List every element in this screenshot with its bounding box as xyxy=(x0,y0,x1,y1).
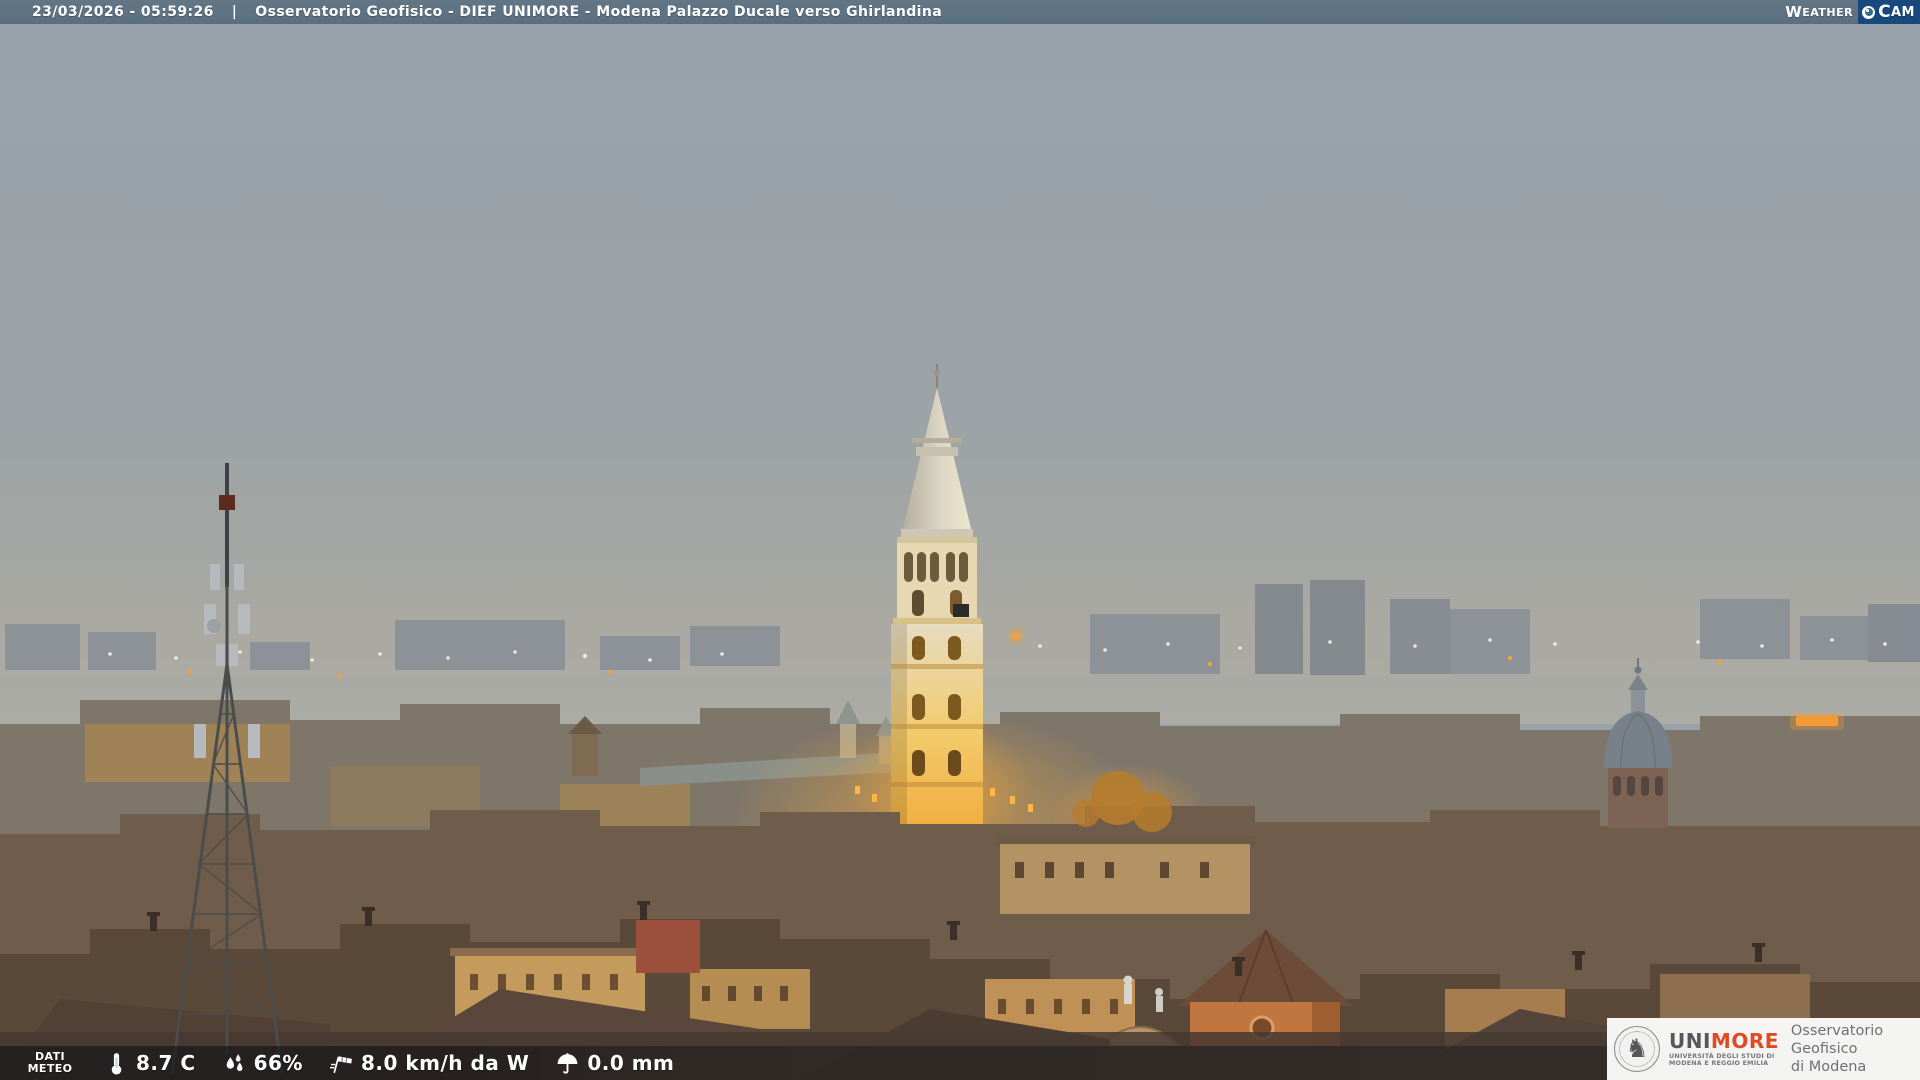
webcam-page: 23/03/2026 - 05:59:26 | Osservatorio Geo… xyxy=(0,0,1920,1080)
weathercam-eather: EATHER xyxy=(1802,5,1854,19)
precipitation-reading: 0.0 mm xyxy=(555,1051,674,1076)
unimore-seal-icon: ♞ xyxy=(1614,1026,1660,1072)
webcam-photo xyxy=(0,24,1920,1080)
weathercam-am: AM xyxy=(1891,4,1915,20)
university-line2: MODENA E REGGIO EMILIA xyxy=(1669,1059,1769,1067)
near-facades xyxy=(995,836,1255,914)
modena-cityscape xyxy=(0,24,1920,1080)
camera-title: Osservatorio Geofisico - DIEF UNIMORE - … xyxy=(255,4,943,20)
observatory-name: Osservatorio Geofisico di Modena xyxy=(1791,1022,1920,1076)
weathercam-badge: C AM xyxy=(1858,0,1920,24)
camera-lens-icon xyxy=(1862,5,1876,19)
observatory-line2: di Modena xyxy=(1790,1059,1867,1075)
thermometer-icon xyxy=(111,1052,122,1075)
weathercam-logo: W EATHER C AM xyxy=(1785,0,1920,24)
observatory-line1: Osservatorio Geofisico xyxy=(1790,1023,1884,1057)
weathercam-w: W xyxy=(1785,3,1803,21)
brand-more: MORE xyxy=(1710,1028,1779,1053)
weathercam-word-weather: W EATHER xyxy=(1785,0,1858,24)
header-bar: 23/03/2026 - 05:59:26 | Osservatorio Geo… xyxy=(0,0,1920,24)
humidity-reading: 66% xyxy=(222,1051,303,1076)
humidity-value: 66% xyxy=(253,1051,303,1075)
wind-reading: 8.0 km/h da W xyxy=(329,1051,529,1076)
unimore-logo-box: ♞ UNIMORE UNIVERSITÀ DEGLI STUDI DI MODE… xyxy=(1607,1018,1920,1080)
precipitation-value: 0.0 mm xyxy=(587,1051,675,1075)
windsock-icon xyxy=(329,1055,352,1073)
knight-glyph: ♞ xyxy=(1625,1034,1649,1064)
weathercam-word-cam: C AM xyxy=(1878,2,1915,22)
humidity-drops-icon xyxy=(226,1053,242,1071)
dati-meteo-label: DATI METEO xyxy=(22,1051,78,1075)
weathercam-c: C xyxy=(1878,2,1891,22)
temperature-reading: 8.7 C xyxy=(104,1051,196,1076)
dati-label-line2: METEO xyxy=(27,1062,73,1075)
umbrella-icon xyxy=(557,1052,578,1074)
unimore-wordmark: UNIMORE UNIVERSITÀ DEGLI STUDI DI MODENA… xyxy=(1669,1031,1779,1068)
brand-uni: UNI xyxy=(1669,1028,1711,1053)
temperature-value: 8.7 C xyxy=(136,1051,196,1075)
wind-value: 8.0 km/h da W xyxy=(360,1051,530,1075)
lit-sign xyxy=(1790,712,1844,730)
timestamp: 23/03/2026 - 05:59:26 xyxy=(32,4,214,20)
header-separator: | xyxy=(231,4,238,20)
